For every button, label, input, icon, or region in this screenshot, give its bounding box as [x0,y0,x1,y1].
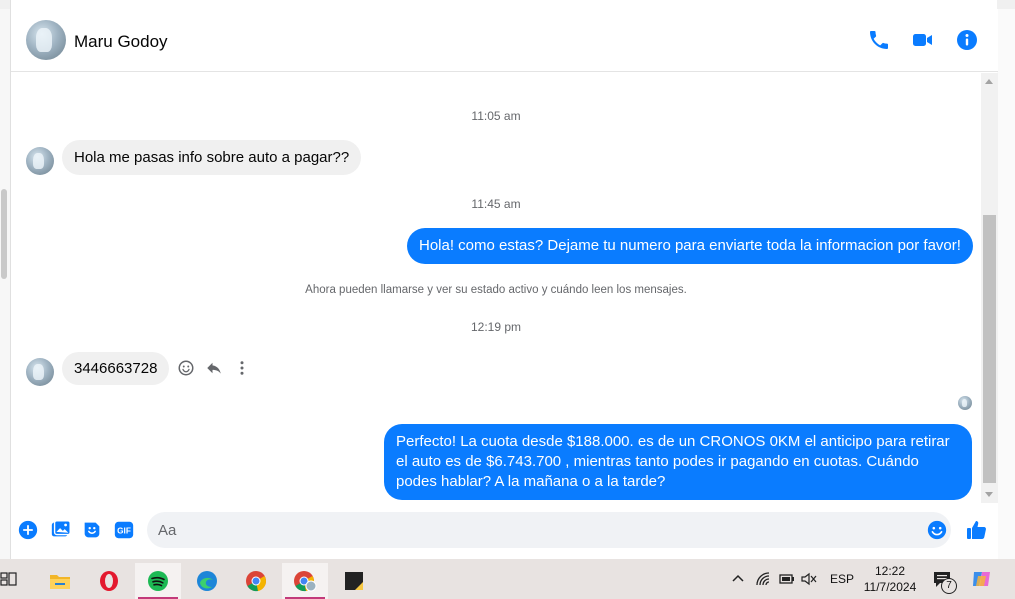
incoming-message[interactable]: 3446663728 [62,352,170,385]
outgoing-message[interactable]: Perfecto! La cuota desde $188.000. es de… [384,424,972,500]
thumbs-up-icon[interactable] [965,518,989,542]
message-input[interactable] [147,512,951,548]
chevron-up-icon[interactable] [731,572,745,586]
chat-header: Maru Godoy [11,9,998,72]
opera-icon [100,571,118,591]
sticker-icon[interactable] [81,519,103,541]
battery-icon[interactable] [777,571,795,587]
taskbar-sticky-notes[interactable] [331,563,377,599]
system-clock[interactable]: 12:22 11/7/2024 [858,563,922,595]
video-camera-icon[interactable] [911,28,935,52]
contact-avatar[interactable] [26,20,66,60]
copilot-icon[interactable] [970,568,994,590]
taskbar-file-explorer[interactable] [37,563,83,599]
svg-text:GIF: GIF [117,527,131,536]
scrollbar-thumb[interactable] [983,215,996,483]
message-thread: 11:05 am Hola me pasas info sobre auto a… [11,73,981,503]
phone-icon[interactable] [867,28,891,52]
image-icon[interactable] [50,519,72,541]
taskbar-chrome-profile[interactable] [282,563,328,599]
folder-icon [50,575,70,589]
contact-name[interactable]: Maru Godoy [74,32,168,52]
messenger-chat-window: Maru Godoy 11:05 am Hola me pasas info s… [10,0,998,559]
sticky-notes-icon [345,572,363,590]
scroll-down-arrow[interactable] [985,492,993,497]
timestamp: 11:45 am [471,197,521,211]
taskbar-opera[interactable] [86,563,132,599]
outgoing-message[interactable]: Hola! como estas? Dejame tu numero para … [407,228,973,264]
info-icon[interactable] [955,28,979,52]
gif-icon[interactable]: GIF [113,519,135,541]
thread-scrollbar[interactable] [981,73,998,503]
incoming-message[interactable]: Hola me pasas info sobre auto a pagar?? [62,140,362,175]
input-language[interactable]: ESP [830,559,854,599]
seen-receipt-avatar [958,396,972,410]
taskbar-edge[interactable] [184,563,230,599]
right-edge [997,9,1015,559]
edge-icon [197,571,217,591]
left-scrollbar[interactable] [0,9,10,559]
notification-count-badge: 7 [941,578,957,594]
task-view-icon[interactable] [0,570,18,588]
speaker-muted-icon[interactable] [800,571,818,587]
smiley-react-icon[interactable] [177,359,195,377]
clock-date: 11/7/2024 [863,580,917,594]
message-composer: GIF [11,503,998,559]
windows-taskbar: ESP 12:22 11/7/2024 7 [0,559,1015,599]
taskbar-spotify[interactable] [135,563,181,599]
sender-avatar[interactable] [26,358,54,386]
spotify-icon [148,571,168,591]
taskbar-chrome[interactable] [233,563,279,599]
left-scrollbar-thumb[interactable] [1,189,7,279]
wifi-icon[interactable] [755,571,771,587]
chrome-icon [246,571,266,592]
plus-icon[interactable] [17,519,39,541]
chrome-profile-icon [294,571,317,592]
timestamp: 11:05 am [471,109,521,123]
emoji-icon[interactable] [926,519,948,541]
sender-avatar[interactable] [26,147,54,175]
more-options-icon[interactable] [233,359,251,377]
timestamp: 12:19 pm [470,320,522,334]
system-notice: Ahora pueden llamarse y ver su estado ac… [305,284,687,296]
clock-time: 12:22 [874,564,906,578]
reply-icon[interactable] [205,359,223,377]
scroll-up-arrow[interactable] [985,79,993,84]
